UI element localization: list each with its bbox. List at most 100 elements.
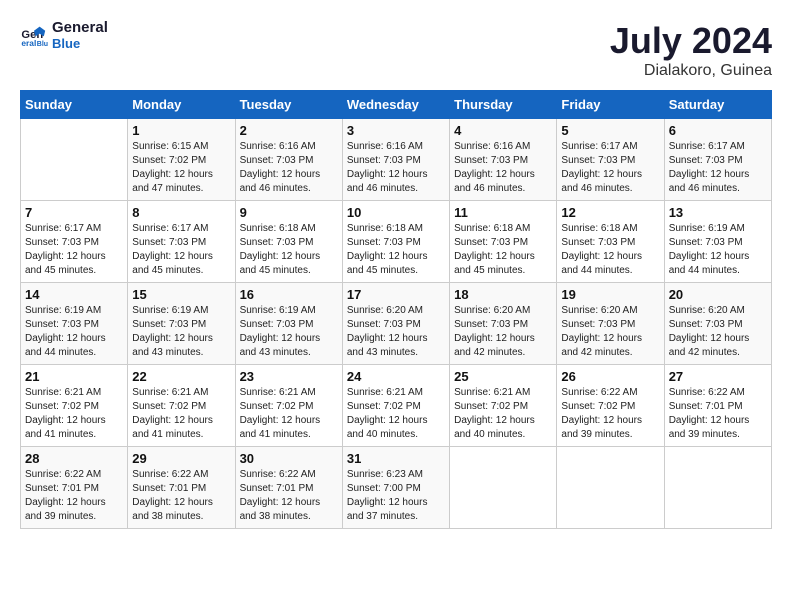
calendar-day-cell: 18 Sunrise: 6:20 AM Sunset: 7:03 PM Dayli… [450, 283, 557, 365]
calendar-day-cell: 27Sunrise: 6:22 AM Sunset: 7:01 PM Dayli… [664, 365, 771, 447]
day-number: 17 [347, 287, 445, 302]
calendar-empty-cell [664, 447, 771, 529]
day-number: 14 [25, 287, 123, 302]
day-info: Sunrise: 6:17 AM Sunset: 7:03 PM Dayligh… [132, 222, 230, 278]
weekday-header-tuesday: Tuesday [235, 91, 342, 119]
day-info: Sunrise: 6:21 AM Sunset: 7:02 PM Dayligh… [347, 386, 445, 442]
day-number: 24 [347, 369, 445, 384]
calendar-day-cell: 14 Sunrise: 6:19 AM Sunset: 7:03 PM Dayli… [21, 283, 128, 365]
calendar-empty-cell [450, 447, 557, 529]
day-number: 30 [240, 451, 338, 466]
logo-text-line2: Blue [52, 37, 108, 51]
day-info: Sunrise: 6:17 AM Sunset: 7:03 PM Dayligh… [561, 140, 659, 196]
calendar-week-row: 1 Sunrise: 6:15 AM Sunset: 7:02 PM Daylig… [21, 119, 772, 201]
weekday-header-wednesday: Wednesday [342, 91, 449, 119]
day-number: 5 [561, 123, 659, 138]
weekday-header-friday: Friday [557, 91, 664, 119]
day-number: 13 [669, 205, 767, 220]
calendar-table: SundayMondayTuesdayWednesdayThursdayFrid… [20, 90, 772, 529]
calendar-day-cell: 13 Sunrise: 6:19 AM Sunset: 7:03 PM Dayli… [664, 201, 771, 283]
day-info: Sunrise: 6:18 AM Sunset: 7:03 PM Dayligh… [454, 222, 552, 278]
calendar-day-cell: 16Sunrise: 6:19 AM Sunset: 7:03 PM Dayli… [235, 283, 342, 365]
calendar-day-cell: 25Sunrise: 6:21 AM Sunset: 7:02 PM Dayli… [450, 365, 557, 447]
day-info: Sunrise: 6:22 AM Sunset: 7:02 PM Dayligh… [561, 386, 659, 442]
day-info: Sunrise: 6:16 AM Sunset: 7:03 PM Dayligh… [454, 140, 552, 196]
calendar-day-cell: 8 Sunrise: 6:17 AM Sunset: 7:03 PM Daylig… [128, 201, 235, 283]
calendar-day-cell: 24 Sunrise: 6:21 AM Sunset: 7:02 PM Dayli… [342, 365, 449, 447]
day-number: 23 [240, 369, 338, 384]
day-number: 18 [454, 287, 552, 302]
day-number: 9 [240, 205, 338, 220]
calendar-day-cell: 3 Sunrise: 6:16 AM Sunset: 7:03 PM Daylig… [342, 119, 449, 201]
calendar-day-cell: 11 Sunrise: 6:18 AM Sunset: 7:03 PM Dayli… [450, 201, 557, 283]
calendar-day-cell: 23 Sunrise: 6:21 AM Sunset: 7:02 PM Dayli… [235, 365, 342, 447]
title-block: July 2024 Dialakoro, Guinea [610, 20, 772, 80]
weekday-header-thursday: Thursday [450, 91, 557, 119]
calendar-day-cell: 29Sunrise: 6:22 AM Sunset: 7:01 PM Dayli… [128, 447, 235, 529]
calendar-body: 1 Sunrise: 6:15 AM Sunset: 7:02 PM Daylig… [21, 119, 772, 529]
calendar-day-cell: 21 Sunrise: 6:21 AM Sunset: 7:02 PM Dayli… [21, 365, 128, 447]
logo-icon: Gen eral Blue [20, 21, 48, 49]
day-info: Sunrise: 6:20 AM Sunset: 7:03 PM Dayligh… [347, 304, 445, 360]
day-info: Sunrise: 6:19 AM Sunset: 7:03 PM Dayligh… [132, 304, 230, 360]
day-info: Sunrise: 6:15 AM Sunset: 7:02 PM Dayligh… [132, 140, 230, 196]
calendar-header: SundayMondayTuesdayWednesdayThursdayFrid… [21, 91, 772, 119]
day-info: Sunrise: 6:21 AM Sunset: 7:02 PM Dayligh… [25, 386, 123, 442]
calendar-day-cell: 15 Sunrise: 6:19 AM Sunset: 7:03 PM Dayli… [128, 283, 235, 365]
day-info: Sunrise: 6:21 AM Sunset: 7:02 PM Dayligh… [454, 386, 552, 442]
page-header: Gen eral Blue General Blue July 2024 Dia… [20, 20, 772, 80]
day-info: Sunrise: 6:18 AM Sunset: 7:03 PM Dayligh… [561, 222, 659, 278]
calendar-day-cell: 19Sunrise: 6:20 AM Sunset: 7:03 PM Dayli… [557, 283, 664, 365]
calendar-day-cell: 2Sunrise: 6:16 AM Sunset: 7:03 PM Daylig… [235, 119, 342, 201]
day-info: Sunrise: 6:18 AM Sunset: 7:03 PM Dayligh… [347, 222, 445, 278]
calendar-subtitle: Dialakoro, Guinea [610, 62, 772, 80]
day-info: Sunrise: 6:22 AM Sunset: 7:01 PM Dayligh… [132, 468, 230, 524]
day-info: Sunrise: 6:16 AM Sunset: 7:03 PM Dayligh… [347, 140, 445, 196]
calendar-day-cell: 10 Sunrise: 6:18 AM Sunset: 7:03 PM Dayli… [342, 201, 449, 283]
logo: Gen eral Blue General Blue [20, 20, 108, 51]
day-info: Sunrise: 6:22 AM Sunset: 7:01 PM Dayligh… [669, 386, 767, 442]
calendar-day-cell: 4 Sunrise: 6:16 AM Sunset: 7:03 PM Daylig… [450, 119, 557, 201]
day-number: 15 [132, 287, 230, 302]
day-info: Sunrise: 6:19 AM Sunset: 7:03 PM Dayligh… [25, 304, 123, 360]
weekday-header-monday: Monday [128, 91, 235, 119]
day-number: 6 [669, 123, 767, 138]
calendar-week-row: 28 Sunrise: 6:22 AM Sunset: 7:01 PM Dayli… [21, 447, 772, 529]
calendar-title: July 2024 [610, 20, 772, 62]
day-info: Sunrise: 6:19 AM Sunset: 7:03 PM Dayligh… [240, 304, 338, 360]
day-info: Sunrise: 6:18 AM Sunset: 7:03 PM Dayligh… [240, 222, 338, 278]
day-number: 12 [561, 205, 659, 220]
day-info: Sunrise: 6:22 AM Sunset: 7:01 PM Dayligh… [25, 468, 123, 524]
calendar-day-cell: 5 Sunrise: 6:17 AM Sunset: 7:03 PM Daylig… [557, 119, 664, 201]
calendar-day-cell: 20Sunrise: 6:20 AM Sunset: 7:03 PM Dayli… [664, 283, 771, 365]
day-number: 11 [454, 205, 552, 220]
day-number: 21 [25, 369, 123, 384]
day-number: 28 [25, 451, 123, 466]
day-info: Sunrise: 6:20 AM Sunset: 7:03 PM Dayligh… [561, 304, 659, 360]
day-number: 4 [454, 123, 552, 138]
logo-text-line1: General [52, 20, 108, 37]
calendar-day-cell: 17 Sunrise: 6:20 AM Sunset: 7:03 PM Dayli… [342, 283, 449, 365]
day-number: 1 [132, 123, 230, 138]
day-info: Sunrise: 6:20 AM Sunset: 7:03 PM Dayligh… [669, 304, 767, 360]
svg-text:Blue: Blue [37, 42, 48, 49]
day-number: 8 [132, 205, 230, 220]
weekday-header-sunday: Sunday [21, 91, 128, 119]
calendar-empty-cell [557, 447, 664, 529]
day-number: 3 [347, 123, 445, 138]
day-number: 31 [347, 451, 445, 466]
calendar-week-row: 7 Sunrise: 6:17 AM Sunset: 7:03 PM Daylig… [21, 201, 772, 283]
day-info: Sunrise: 6:19 AM Sunset: 7:03 PM Dayligh… [669, 222, 767, 278]
calendar-empty-cell [21, 119, 128, 201]
day-info: Sunrise: 6:17 AM Sunset: 7:03 PM Dayligh… [25, 222, 123, 278]
day-info: Sunrise: 6:21 AM Sunset: 7:02 PM Dayligh… [132, 386, 230, 442]
day-number: 7 [25, 205, 123, 220]
day-info: Sunrise: 6:20 AM Sunset: 7:03 PM Dayligh… [454, 304, 552, 360]
calendar-week-row: 21 Sunrise: 6:21 AM Sunset: 7:02 PM Dayli… [21, 365, 772, 447]
calendar-day-cell: 1 Sunrise: 6:15 AM Sunset: 7:02 PM Daylig… [128, 119, 235, 201]
calendar-day-cell: 7 Sunrise: 6:17 AM Sunset: 7:03 PM Daylig… [21, 201, 128, 283]
day-number: 10 [347, 205, 445, 220]
day-info: Sunrise: 6:21 AM Sunset: 7:02 PM Dayligh… [240, 386, 338, 442]
calendar-day-cell: 30Sunrise: 6:22 AM Sunset: 7:01 PM Dayli… [235, 447, 342, 529]
calendar-day-cell: 26Sunrise: 6:22 AM Sunset: 7:02 PM Dayli… [557, 365, 664, 447]
